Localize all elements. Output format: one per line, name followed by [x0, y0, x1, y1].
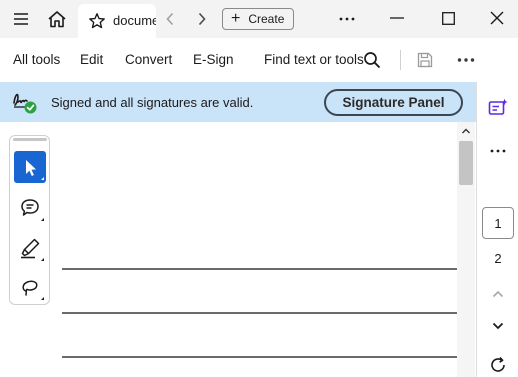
find-text-or-tools[interactable]: Find text or tools	[264, 52, 364, 67]
main-toolbar: All tools Edit Convert E-Sign Find text …	[0, 38, 518, 82]
highlighter-pen-icon	[21, 238, 44, 261]
home-icon	[48, 11, 66, 28]
search-icon	[364, 52, 381, 69]
save-icon	[417, 52, 433, 68]
create-label: Create	[248, 12, 285, 26]
cursor-arrow-icon	[26, 160, 44, 180]
more-options-button[interactable]	[334, 8, 360, 30]
ai-assistant-button[interactable]	[486, 96, 510, 120]
star-icon[interactable]	[88, 12, 106, 30]
hamburger-icon	[14, 13, 28, 25]
scrollbar-thumb[interactable]	[459, 141, 473, 185]
menu-button[interactable]	[8, 7, 34, 31]
previous-page-button[interactable]	[487, 284, 509, 304]
back-button[interactable]	[160, 9, 180, 29]
chevron-up-icon	[492, 290, 504, 298]
chevron-right-icon	[198, 12, 206, 26]
scroll-up-arrow-icon[interactable]	[461, 127, 471, 135]
title-bar: docume + Create	[0, 0, 518, 38]
home-button[interactable]	[44, 6, 70, 32]
minimize-icon	[390, 17, 404, 19]
save-button[interactable]	[414, 49, 436, 71]
rail-more-button[interactable]	[486, 140, 510, 162]
refresh-icon	[491, 356, 505, 372]
maximize-icon	[441, 11, 455, 25]
tab-convert[interactable]: Convert	[125, 52, 172, 67]
signature-banner: Signed and all signatures are valid. Sig…	[0, 82, 476, 122]
ellipsis-icon	[339, 17, 355, 21]
ellipsis-icon	[490, 149, 506, 153]
document-tab[interactable]: docume	[78, 4, 156, 38]
close-button[interactable]	[482, 6, 512, 30]
refresh-button[interactable]	[486, 354, 510, 376]
document-rule-line	[62, 268, 457, 270]
ai-assistant-icon	[488, 98, 508, 115]
chevron-down-icon	[492, 322, 504, 330]
tab-title: docume	[113, 13, 156, 28]
signature-status-text: Signed and all signatures are valid.	[51, 95, 254, 110]
comment-icon	[21, 199, 44, 221]
toolbar-more-button[interactable]	[454, 49, 478, 71]
maximize-button[interactable]	[433, 6, 463, 30]
highlight-tool-button[interactable]	[14, 232, 46, 264]
ellipsis-icon	[457, 58, 475, 62]
search-button[interactable]	[361, 49, 383, 71]
comment-tool-button[interactable]	[14, 192, 46, 224]
document-viewport[interactable]	[0, 122, 476, 377]
panel-drag-handle[interactable]	[13, 138, 47, 141]
document-rule-line	[62, 356, 457, 358]
minimize-button[interactable]	[382, 6, 412, 30]
next-page-button[interactable]	[487, 316, 509, 336]
select-tool-button[interactable]	[14, 151, 46, 183]
signature-valid-icon	[13, 93, 37, 114]
draw-tool-button[interactable]	[14, 271, 46, 303]
forward-button[interactable]	[192, 9, 212, 29]
toolbar-divider	[400, 50, 401, 70]
plus-icon: +	[231, 10, 241, 27]
lasso-draw-icon	[22, 280, 44, 300]
close-icon	[490, 11, 504, 25]
chevron-left-icon	[166, 12, 174, 26]
current-page-indicator[interactable]: 1	[482, 207, 514, 239]
tab-e-sign[interactable]: E-Sign	[193, 52, 234, 67]
signature-panel-button[interactable]: Signature Panel	[324, 89, 463, 116]
create-button[interactable]: + Create	[222, 8, 294, 30]
page-2-button[interactable]: 2	[482, 246, 514, 270]
tab-edit[interactable]: Edit	[80, 52, 103, 67]
document-rule-line	[62, 312, 457, 314]
tab-all-tools[interactable]: All tools	[13, 52, 60, 67]
